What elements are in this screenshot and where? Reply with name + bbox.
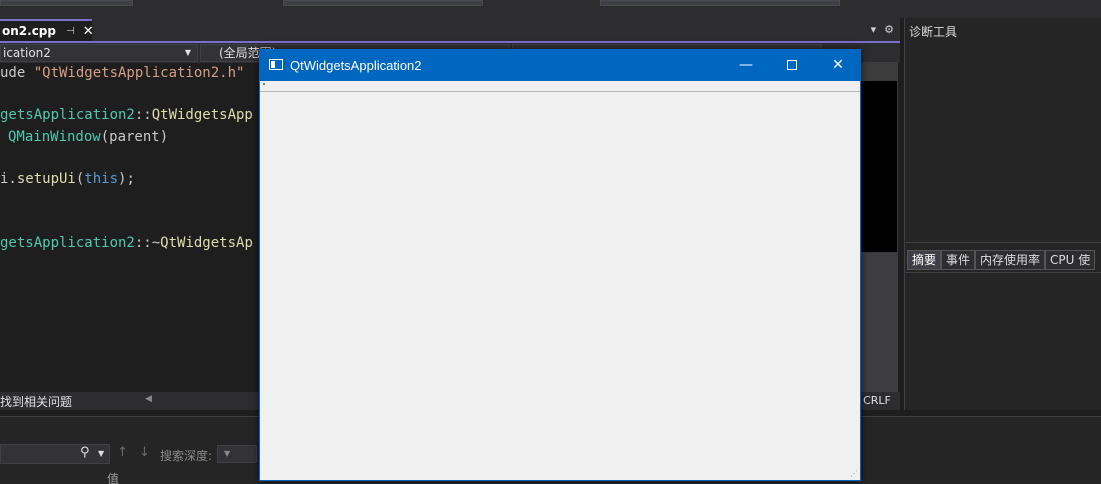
panel-title: 诊断工具 bbox=[909, 25, 958, 39]
maximize-button[interactable] bbox=[769, 50, 815, 81]
code-line: getsApplication2::~QtWidgetsAp bbox=[0, 235, 253, 251]
minimize-button[interactable]: — bbox=[723, 50, 769, 81]
toolbar-dropdown[interactable] bbox=[283, 0, 483, 6]
divider bbox=[905, 242, 1101, 243]
tab-events[interactable]: 事件 bbox=[941, 250, 976, 270]
diagnostic-tools-panel: 诊断工具 摘要 事件 内存使用率 CPU 使 bbox=[904, 18, 1101, 410]
resize-grip[interactable]: ⋰ bbox=[850, 469, 858, 478]
console-preview bbox=[858, 80, 898, 253]
line-ending-indicator[interactable]: CRLF bbox=[857, 392, 897, 410]
toolbar-dropdown[interactable] bbox=[600, 0, 840, 6]
app-window-icon bbox=[269, 59, 283, 70]
diagnostics-tabs: 摘要 事件 内存使用率 CPU 使 bbox=[907, 250, 1096, 270]
chevron-down-icon[interactable]: ▾ bbox=[871, 23, 877, 36]
chevron-down-icon: ▼ bbox=[184, 48, 191, 57]
menu-bar[interactable] bbox=[260, 81, 860, 92]
vertical-scrollbar[interactable] bbox=[858, 253, 898, 393]
toolbar-dropdown[interactable] bbox=[0, 0, 133, 6]
gear-icon[interactable]: ⚙ bbox=[884, 23, 894, 36]
menubar-handle bbox=[263, 83, 265, 85]
project-dropdown[interactable]: ication2 ▼ bbox=[0, 44, 198, 62]
search-icon[interactable]: ⚲ bbox=[80, 445, 90, 460]
column-header-value[interactable]: 值 bbox=[107, 470, 119, 484]
arrow-up-icon[interactable]: ↑ bbox=[117, 445, 128, 460]
close-button[interactable]: ✕ bbox=[815, 50, 861, 81]
preview-header bbox=[858, 62, 898, 80]
pin-icon[interactable]: ⊣ bbox=[66, 26, 75, 37]
qt-application-window[interactable]: QtWidgetsApplication2 — ✕ ⋰ bbox=[259, 49, 861, 481]
window-titlebar[interactable]: QtWidgetsApplication2 — ✕ bbox=[260, 50, 860, 81]
tab-memory-usage[interactable]: 内存使用率 bbox=[975, 250, 1046, 270]
code-line: getsApplication2::QtWidgetsApp bbox=[0, 107, 253, 123]
tabbar-controls: ▾ ⚙ bbox=[871, 23, 900, 36]
window-title: QtWidgetsApplication2 bbox=[290, 58, 422, 73]
document-tab-bar: on2.cpp ⊣ ✕ ▾ ⚙ bbox=[0, 18, 900, 41]
code-line: QMainWindow(parent) bbox=[8, 129, 169, 145]
search-input[interactable] bbox=[0, 444, 110, 464]
close-icon[interactable]: ✕ bbox=[83, 24, 94, 39]
title-strip bbox=[0, 0, 1101, 18]
central-widget bbox=[260, 92, 860, 480]
arrow-down-icon[interactable]: ↓ bbox=[139, 445, 150, 460]
tab-cpu-usage[interactable]: CPU 使 bbox=[1045, 250, 1096, 270]
search-depth-dropdown[interactable]: ▼ bbox=[217, 445, 257, 463]
chevron-down-icon[interactable]: ▼ bbox=[98, 449, 104, 458]
issues-indicator[interactable]: 找到相关问题 bbox=[0, 393, 72, 410]
tab-file[interactable]: on2.cpp ⊣ ✕ bbox=[0, 19, 94, 41]
tab-summary[interactable]: 摘要 bbox=[907, 250, 942, 270]
maximize-icon bbox=[787, 60, 797, 70]
tab-label: on2.cpp bbox=[2, 24, 56, 38]
diagnostics-content bbox=[905, 272, 1101, 410]
code-line: i.setupUi(this); bbox=[0, 171, 135, 187]
search-depth-label: 搜索深度: bbox=[160, 449, 213, 463]
code-line: ude "QtWidgetsApplication2.h" bbox=[0, 65, 245, 81]
project-dropdown-label: ication2 bbox=[3, 46, 51, 60]
scroll-left-icon[interactable]: ◀ bbox=[145, 394, 152, 404]
